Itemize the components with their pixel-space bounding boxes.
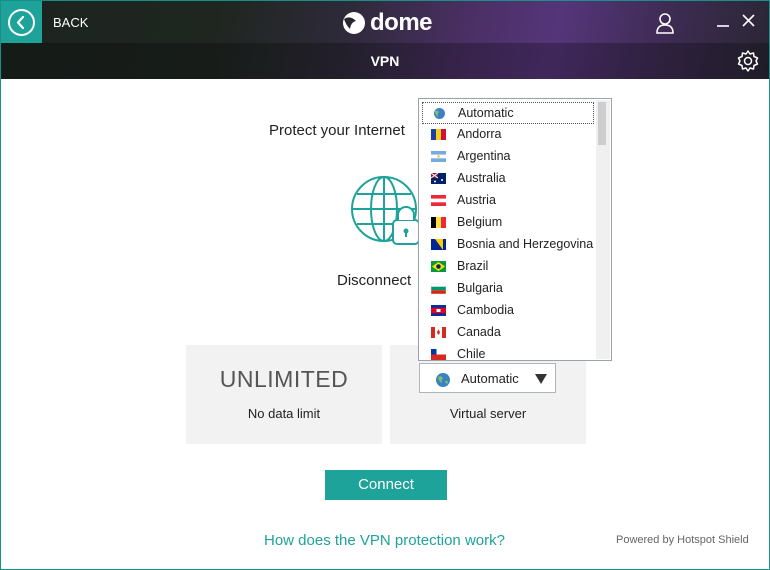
list-item[interactable]: Bosnia and Herzegovina <box>422 234 594 256</box>
list-item-label: Andorra <box>457 127 502 141</box>
list-item-label: Australia <box>457 171 506 185</box>
flag-bosnia-icon <box>431 239 446 250</box>
globe-lock-icon <box>351 176 420 245</box>
app-window: BACK dome VPN Protect your Internet Disc… <box>0 0 770 570</box>
protect-heading: Protect your Internet <box>269 122 405 139</box>
dome-logo-icon <box>343 12 365 34</box>
list-item[interactable]: Brazil <box>422 256 594 278</box>
data-limit-label: No data limit <box>247 406 321 421</box>
flag-canada-icon <box>431 327 446 338</box>
list-item-label: Bulgaria <box>457 281 503 295</box>
list-item[interactable]: Bulgaria <box>422 278 594 300</box>
list-item-label: Cambodia <box>457 303 514 317</box>
flag-andorra-icon <box>431 129 446 140</box>
flag-argentina-icon <box>431 151 446 162</box>
globe-icon <box>436 373 450 387</box>
list-item[interactable]: Canada <box>422 322 594 344</box>
list-item-label: Automatic <box>458 106 514 120</box>
scrollbar-thumb[interactable] <box>598 102 606 145</box>
user-icon[interactable] <box>655 12 675 34</box>
dropdown-arrow-icon[interactable] <box>535 374 547 384</box>
list-item[interactable]: Argentina <box>422 146 594 168</box>
list-item[interactable]: Chile <box>422 344 594 361</box>
back-button[interactable] <box>1 1 42 43</box>
section-title: VPN <box>370 53 400 69</box>
flag-belgium-icon <box>431 217 446 228</box>
app-logo: dome <box>342 9 433 37</box>
list-item-label: Belgium <box>457 215 503 229</box>
list-item[interactable]: Belgium <box>422 212 594 234</box>
list-item-label: Canada <box>457 325 501 339</box>
flag-brazil-icon <box>431 261 446 272</box>
back-label[interactable]: BACK <box>53 15 88 30</box>
flag-chile-icon <box>431 349 446 360</box>
header: BACK dome VPN <box>1 1 769 79</box>
data-limit-value: UNLIMITED <box>219 366 349 392</box>
flag-cambodia-icon <box>431 305 446 316</box>
connect-button[interactable]: Connect <box>325 470 447 500</box>
list-item-label: Austria <box>457 193 496 207</box>
flag-australia-icon <box>431 173 446 184</box>
server-select[interactable]: Automatic <box>419 363 556 393</box>
list-item-label: Brazil <box>457 259 489 273</box>
globe-icon <box>434 108 445 119</box>
server-select-value: Automatic <box>461 371 519 386</box>
list-item[interactable]: Cambodia <box>422 300 594 322</box>
server-label: Virtual server <box>449 406 527 421</box>
flag-bulgaria-icon <box>431 283 446 294</box>
powered-by-text: Powered by Hotspot Shield <box>616 534 749 546</box>
server-dropdown-list[interactable]: Automatic Andorra Argentina Australia Au… <box>418 98 612 361</box>
dropdown-scrollbar[interactable] <box>596 100 610 359</box>
list-item[interactable]: Austria <box>422 190 594 212</box>
list-item-label: Argentina <box>457 149 511 163</box>
vpn-help-link[interactable]: How does the VPN protection work? <box>264 532 505 549</box>
list-item[interactable]: Automatic <box>422 102 594 124</box>
list-item-label: Chile <box>457 347 486 361</box>
gear-icon[interactable] <box>736 49 760 73</box>
flag-austria-icon <box>431 195 446 206</box>
list-item[interactable]: Andorra <box>422 124 594 146</box>
list-item-label: Bosnia and Herzegovina <box>457 237 594 251</box>
minimize-icon[interactable] <box>716 14 730 28</box>
logo-text: dome <box>370 9 433 36</box>
list-item[interactable]: Australia <box>422 168 594 190</box>
close-icon[interactable] <box>741 13 756 28</box>
back-arrow-icon <box>8 9 35 36</box>
connection-status: Disconnect <box>337 272 412 289</box>
data-limit-card: UNLIMITED No data limit <box>186 345 382 444</box>
